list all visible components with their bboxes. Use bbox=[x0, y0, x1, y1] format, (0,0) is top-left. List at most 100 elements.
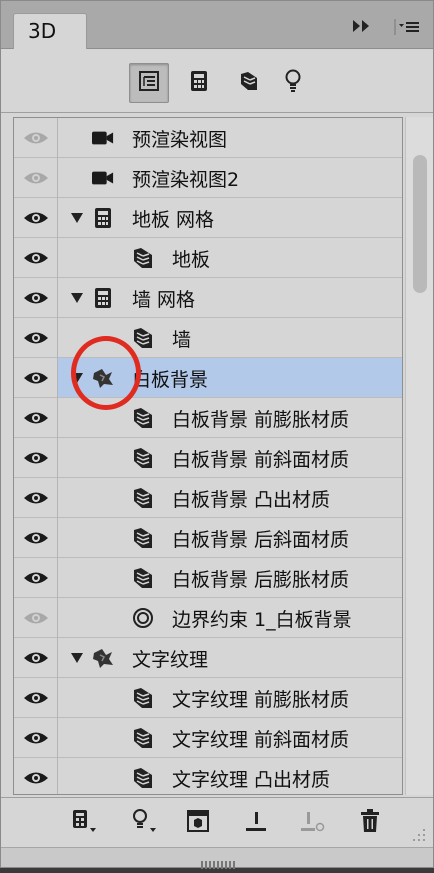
layer-label: 边界约束 1_白板背景 bbox=[172, 609, 352, 631]
vertical-scrollbar[interactable] bbox=[405, 117, 433, 795]
render-icon bbox=[186, 809, 210, 837]
material-icon bbox=[238, 70, 260, 96]
scrollbar-thumb[interactable] bbox=[413, 155, 427, 293]
camera-icon bbox=[92, 127, 114, 149]
layer-row[interactable]: 地板 bbox=[14, 237, 402, 278]
extrusion-icon bbox=[92, 367, 114, 389]
layer-label: 白板背景 后斜面材质 bbox=[172, 529, 350, 551]
visibility-eye-icon[interactable] bbox=[14, 197, 58, 238]
visibility-eye-icon[interactable] bbox=[14, 118, 58, 158]
layer-row[interactable]: 文字纹理 前膨胀材质 bbox=[14, 677, 402, 718]
render-button[interactable] bbox=[181, 808, 215, 838]
bottom-toolbar bbox=[1, 797, 433, 847]
delete-constraint-button[interactable] bbox=[295, 808, 329, 838]
layer-row[interactable]: 预渲染视图 bbox=[14, 118, 402, 158]
layer-row[interactable]: 文字纹理 bbox=[14, 637, 402, 678]
layer-row[interactable]: 预渲染视图2 bbox=[14, 157, 402, 198]
constraint-disabled-icon bbox=[299, 809, 325, 837]
mesh-icon bbox=[189, 70, 209, 96]
add-mesh-button[interactable] bbox=[65, 808, 99, 838]
layer-content[interactable]: 墙 网格 bbox=[58, 278, 402, 317]
material-icon bbox=[132, 567, 154, 589]
constraint-icon bbox=[132, 607, 154, 629]
layer-content[interactable]: 边界约束 1_白板背景 bbox=[58, 598, 402, 637]
collapse-panel-icon[interactable] bbox=[347, 16, 377, 36]
layer-label: 预渲染视图 bbox=[132, 129, 228, 151]
expand-triangle-icon[interactable] bbox=[70, 371, 84, 385]
layer-row[interactable]: 白板背景 凸出材质 bbox=[14, 477, 402, 518]
layer-label: 白板背景 前膨胀材质 bbox=[172, 409, 350, 431]
layer-row[interactable]: 白板背景 后斜面材质 bbox=[14, 517, 402, 558]
layer-label: 白板背景 后膨胀材质 bbox=[172, 569, 350, 591]
ground-icon bbox=[244, 809, 268, 837]
visibility-eye-icon[interactable] bbox=[14, 557, 58, 598]
layer-content[interactable]: 白板背景 后膨胀材质 bbox=[58, 558, 402, 597]
visibility-eye-icon[interactable] bbox=[14, 757, 58, 794]
layer-content[interactable]: 白板背景 前斜面材质 bbox=[58, 438, 402, 477]
layer-label: 墙 bbox=[172, 329, 192, 351]
visibility-eye-icon[interactable] bbox=[14, 717, 58, 758]
layer-content[interactable]: 文字纹理 前膨胀材质 bbox=[58, 678, 402, 717]
panel-resize-handle-icon[interactable] bbox=[201, 854, 235, 869]
add-light-button[interactable] bbox=[125, 808, 159, 838]
panel-menu-icon[interactable] bbox=[394, 17, 422, 37]
layer-content[interactable]: 白板背景 后斜面材质 bbox=[58, 518, 402, 557]
layer-row[interactable]: 地板 网格 bbox=[14, 197, 402, 238]
delete-button[interactable] bbox=[353, 808, 387, 838]
material-icon bbox=[132, 327, 154, 349]
filter-meshes-button[interactable] bbox=[179, 63, 219, 103]
layer-list[interactable]: 预渲染视图 预渲染视图2 地板 网格 地板墙 网格墙白板背景 白板背景 前膨胀材质 白板背… bbox=[13, 117, 403, 795]
expand-triangle-icon[interactable] bbox=[70, 651, 84, 665]
visibility-eye-icon[interactable] bbox=[14, 677, 58, 718]
layer-row[interactable]: 文字纹理 前斜面材质 bbox=[14, 717, 402, 758]
layer-label: 地板 bbox=[172, 249, 211, 271]
mesh-dropdown-icon bbox=[65, 806, 99, 840]
visibility-eye-icon[interactable] bbox=[14, 317, 58, 358]
visibility-eye-icon[interactable] bbox=[14, 477, 58, 518]
layer-content[interactable]: 文字纹理 凸出材质 bbox=[58, 758, 402, 794]
expand-triangle-icon[interactable] bbox=[70, 211, 84, 225]
layer-content[interactable]: 文字纹理 bbox=[58, 638, 402, 677]
layer-row[interactable]: 文字纹理 凸出材质 bbox=[14, 757, 402, 794]
filter-whole-scene-button[interactable] bbox=[129, 63, 169, 103]
visibility-eye-icon[interactable] bbox=[14, 237, 58, 278]
trash-icon bbox=[359, 809, 381, 837]
layer-row[interactable]: 墙 网格 bbox=[14, 277, 402, 318]
resize-grip-icon[interactable] bbox=[411, 827, 427, 843]
layer-content[interactable]: 预渲染视图2 bbox=[58, 158, 402, 197]
visibility-eye-icon[interactable] bbox=[14, 437, 58, 478]
visibility-eye-icon[interactable] bbox=[14, 157, 58, 198]
visibility-eye-icon[interactable] bbox=[14, 397, 58, 438]
material-icon bbox=[132, 767, 154, 789]
visibility-eye-icon[interactable] bbox=[14, 357, 58, 398]
layer-content[interactable]: 文字纹理 前斜面材质 bbox=[58, 718, 402, 757]
scene-tree-icon bbox=[137, 69, 161, 97]
tab-3d[interactable]: 3D bbox=[13, 13, 87, 49]
layer-content[interactable]: 预渲染视图 bbox=[58, 118, 402, 157]
layer-content[interactable]: 白板背景 凸出材质 bbox=[58, 478, 402, 517]
visibility-eye-icon[interactable] bbox=[14, 637, 58, 678]
layer-content[interactable]: 白板背景 bbox=[58, 358, 402, 397]
layer-content[interactable]: 墙 bbox=[58, 318, 402, 357]
layer-row[interactable]: 白板背景 前膨胀材质 bbox=[14, 397, 402, 438]
layer-row[interactable]: 墙 bbox=[14, 317, 402, 358]
layer-content[interactable]: 地板 网格 bbox=[58, 198, 402, 237]
layer-label: 文字纹理 凸出材质 bbox=[172, 769, 331, 791]
filter-lights-button[interactable] bbox=[273, 63, 313, 103]
expand-triangle-icon[interactable] bbox=[70, 291, 84, 305]
visibility-eye-icon[interactable] bbox=[14, 517, 58, 558]
layer-row[interactable]: 白板背景 前斜面材质 bbox=[14, 437, 402, 478]
layer-label: 白板背景 前斜面材质 bbox=[172, 449, 350, 471]
filter-materials-button[interactable] bbox=[229, 63, 269, 103]
visibility-eye-icon[interactable] bbox=[14, 277, 58, 318]
drop-to-ground-button[interactable] bbox=[239, 808, 273, 838]
extrusion-icon bbox=[92, 647, 114, 669]
material-icon bbox=[132, 687, 154, 709]
mesh-icon bbox=[92, 207, 114, 229]
layer-content[interactable]: 地板 bbox=[58, 238, 402, 277]
layer-content[interactable]: 白板背景 前膨胀材质 bbox=[58, 398, 402, 437]
layer-row[interactable]: 白板背景 bbox=[14, 357, 402, 398]
layer-row[interactable]: 边界约束 1_白板背景 bbox=[14, 597, 402, 638]
visibility-eye-icon[interactable] bbox=[14, 597, 58, 638]
layer-row[interactable]: 白板背景 后膨胀材质 bbox=[14, 557, 402, 598]
